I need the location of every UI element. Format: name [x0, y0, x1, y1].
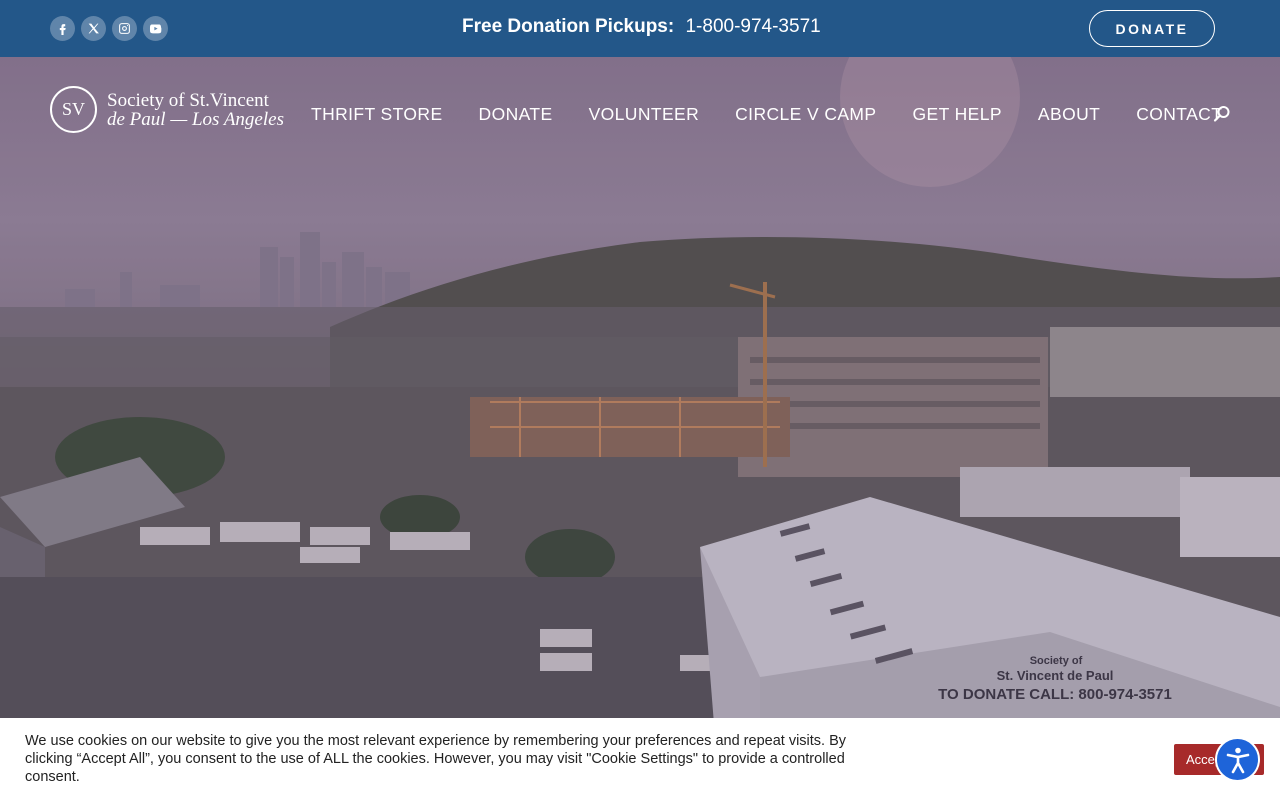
- accessibility-icon[interactable]: [1215, 737, 1260, 782]
- top-bar: Free Donation Pickups: 1-800-974-3571 DO…: [0, 0, 1280, 57]
- x-twitter-icon[interactable]: [81, 16, 106, 41]
- search-icon[interactable]: [1213, 105, 1231, 123]
- site-logo[interactable]: SV Society of St.Vincent de Paul — Los A…: [50, 86, 284, 133]
- main-nav: THRIFT STORE DONATE VOLUNTEER CIRCLE V C…: [311, 104, 1258, 125]
- pickup-info: Free Donation Pickups: 1-800-974-3571: [462, 16, 821, 38]
- pickup-phone-link[interactable]: 1-800-974-3571: [685, 16, 820, 37]
- nav-about[interactable]: ABOUT: [1038, 104, 1100, 125]
- hero-overlay: [0, 57, 1280, 800]
- cookie-text: We use cookies on our website to give yo…: [25, 733, 847, 785]
- nav-volunteer[interactable]: VOLUNTEER: [589, 104, 700, 125]
- logo-text: Society of St.Vincent de Paul — Los Ange…: [107, 91, 284, 129]
- youtube-icon[interactable]: [143, 16, 168, 41]
- pickup-label: Free Donation Pickups:: [462, 16, 675, 37]
- cookie-banner: We use cookies on our website to give yo…: [0, 718, 1280, 800]
- hero-video: Society of St. Vincent de Paul TO DONATE…: [0, 57, 1280, 800]
- donate-button[interactable]: DONATE: [1089, 10, 1215, 47]
- logo-mark: SV: [50, 86, 97, 133]
- nav-donate[interactable]: DONATE: [479, 104, 553, 125]
- nav-get-help[interactable]: GET HELP: [912, 104, 1001, 125]
- instagram-icon[interactable]: [112, 16, 137, 41]
- nav-circle-v-camp[interactable]: CIRCLE V CAMP: [735, 104, 876, 125]
- logo-line-2: de Paul — Los Angeles: [107, 108, 284, 130]
- nav-contact[interactable]: CONTACT: [1136, 104, 1222, 125]
- social-links: [50, 16, 168, 41]
- logo-line-1: Society of St.Vincent: [107, 89, 269, 111]
- facebook-icon[interactable]: [50, 16, 75, 41]
- nav-thrift-store[interactable]: THRIFT STORE: [311, 104, 443, 125]
